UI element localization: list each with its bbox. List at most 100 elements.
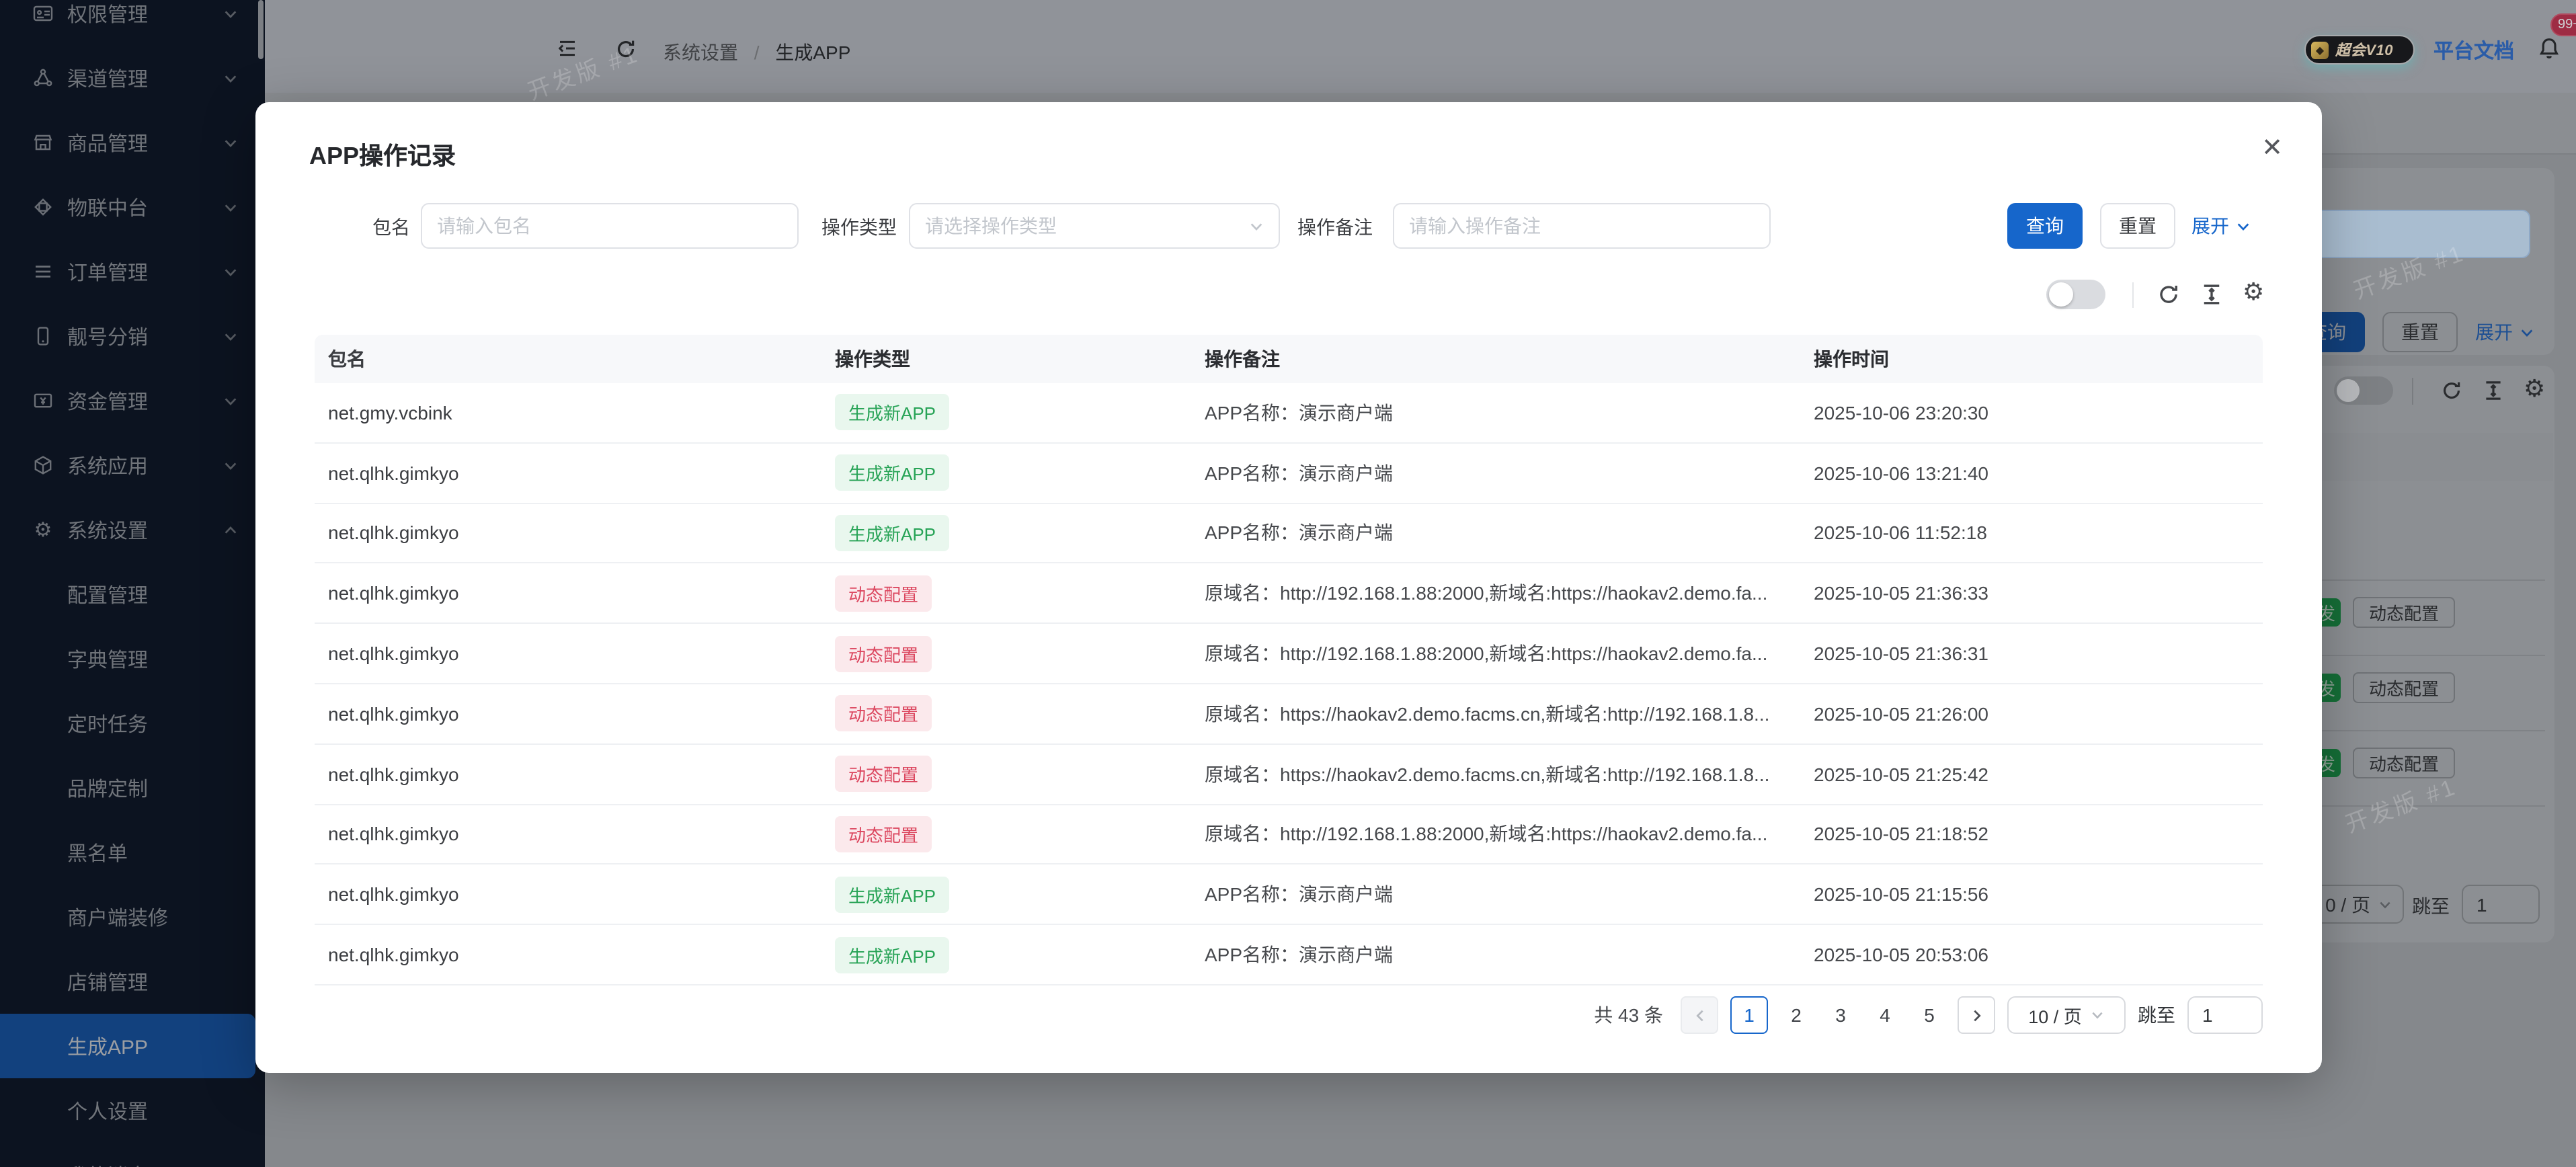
chevron-down-icon [223, 200, 238, 214]
op-type-badge: 动态配置 [835, 756, 932, 792]
op-remark-input[interactable] [1409, 215, 1755, 237]
row-height-icon[interactable] [2200, 282, 2224, 307]
divider [2412, 378, 2413, 405]
money-icon [32, 390, 54, 411]
chevron-down-icon [223, 6, 238, 21]
jump-input[interactable]: 1 [2187, 996, 2263, 1034]
id-card-icon [32, 3, 54, 24]
bg-refresh-icon[interactable] [2440, 379, 2463, 402]
table-row[interactable]: net.qlhk.gimkyo 动态配置 原域名：https://haokav2… [315, 745, 2263, 805]
op-type-badge: 动态配置 [835, 635, 932, 672]
sidebar-item-apps[interactable]: 系统应用 [0, 433, 265, 497]
chevron-down-icon [2520, 325, 2534, 339]
package-label: 包名 [372, 214, 410, 241]
column-settings-icon[interactable]: ⚙ [2243, 280, 2264, 304]
share-nodes-icon [32, 67, 54, 89]
bg-jump-input[interactable]: 1 [2462, 885, 2540, 924]
vip-badge-label: 超会V10 [2335, 39, 2393, 61]
sidebar-subitem-brand[interactable]: 品牌定制 [0, 756, 265, 820]
op-type-badge: 生成新APP [835, 395, 949, 431]
sidebar-item-orders[interactable]: 订单管理 [0, 239, 265, 304]
sidebar-subitem-shop[interactable]: 店铺管理 [0, 949, 265, 1014]
chevron-down-icon [223, 458, 238, 473]
bg-dynamic-config-button[interactable]: 动态配置 [2353, 597, 2455, 628]
op-type-select[interactable]: 请选择操作类型 [909, 203, 1280, 249]
op-remark-label: 操作备注 [1297, 214, 1373, 241]
sidebar-subitem-blacklist[interactable]: 黑名单 [0, 820, 265, 885]
table-row[interactable]: net.qlhk.gimkyo 生成新APP APP名称：演示商户端 2025-… [315, 865, 2263, 926]
chevron-up-icon [223, 522, 238, 537]
sidebar-subitem-config[interactable]: 配置管理 [0, 562, 265, 627]
sidebar-subitem-dict[interactable]: 字典管理 [0, 627, 265, 691]
chevron-down-icon [2091, 1008, 2105, 1022]
table-row[interactable]: net.qlhk.gimkyo 生成新APP APP名称：演示商户端 2025-… [315, 925, 2263, 985]
sidebar-subitem-personal[interactable]: 个人设置 [0, 1078, 265, 1143]
table-refresh-icon[interactable] [2157, 282, 2181, 307]
bg-reset-button[interactable]: 重置 [2382, 312, 2458, 352]
sidebar-subitem-messages[interactable]: 我的消息 [0, 1143, 265, 1167]
pagination-next-button[interactable] [1958, 996, 1995, 1034]
operation-log-table: 包名 操作类型 操作备注 操作时间 net.gmy.vcbink 生成新APP … [315, 335, 2263, 985]
sidebar-item-funds[interactable]: 资金管理 [0, 368, 265, 433]
breadcrumb: 系统设置 / 生成APP [663, 39, 850, 66]
toggle-knob [2049, 282, 2073, 307]
table-row[interactable]: net.gmy.vcbink 生成新APP APP名称：演示商户端 2025-1… [315, 383, 2263, 444]
table-row[interactable]: net.qlhk.gimkyo 动态配置 原域名：http://192.168.… [315, 564, 2263, 625]
pagination-page-4[interactable]: 4 [1869, 1004, 1901, 1026]
sidebar-item-goods[interactable]: 商品管理 [0, 110, 265, 175]
expand-button[interactable]: 展开 [2191, 212, 2251, 239]
chevron-down-icon [1249, 218, 1264, 233]
table-row[interactable]: net.qlhk.gimkyo 动态配置 原域名：http://192.168.… [315, 805, 2263, 865]
col-header-type: 操作类型 [835, 346, 1205, 372]
sidebar-item-system-settings[interactable]: ⚙ 系统设置 [0, 497, 265, 562]
chevron-down-icon [223, 393, 238, 408]
table-row[interactable]: net.qlhk.gimkyo 动态配置 原域名：https://haokav2… [315, 684, 2263, 745]
breadcrumb-section[interactable]: 系统设置 [663, 42, 738, 63]
list-icon [32, 261, 54, 282]
query-button[interactable]: 查询 [2007, 203, 2083, 249]
notification-count-badge: 99+ [2550, 13, 2576, 36]
sidebar-item-channel[interactable]: 渠道管理 [0, 46, 265, 110]
vip-badge[interactable]: ◆ 超会V10 [2304, 35, 2415, 65]
pagination-prev-button[interactable] [1681, 996, 1718, 1034]
divider [2132, 282, 2134, 308]
notification-bell-icon[interactable] [2537, 36, 2561, 61]
pagination-page-3[interactable]: 3 [1824, 1004, 1857, 1026]
table-row[interactable]: net.qlhk.gimkyo 生成新APP APP名称：演示商户端 2025-… [315, 504, 2263, 564]
bg-expand-button[interactable]: 展开 [2475, 319, 2534, 346]
package-input[interactable] [437, 215, 782, 237]
table-header-row: 包名 操作类型 操作备注 操作时间 [315, 335, 2263, 383]
bg-dynamic-config-button[interactable]: 动态配置 [2353, 672, 2455, 703]
bg-settings-icon[interactable]: ⚙ [2524, 376, 2545, 401]
sidebar-item-numbers[interactable]: 靓号分销 [0, 304, 265, 368]
page-size-select[interactable]: 10 / 页 [2007, 996, 2126, 1034]
sidebar-subitem-generate-app[interactable]: 生成APP [0, 1014, 255, 1078]
pagination-page-5[interactable]: 5 [1913, 1004, 1945, 1026]
reset-button[interactable]: 重置 [2100, 203, 2175, 249]
chevron-down-icon [223, 135, 238, 150]
sidebar-item-iot[interactable]: 物联中台 [0, 175, 265, 239]
sidebar-subitem-merchant-decor[interactable]: 商户端装修 [0, 885, 265, 949]
table-row[interactable]: net.qlhk.gimkyo 生成新APP APP名称：演示商户端 2025-… [315, 444, 2263, 504]
chevron-down-icon [223, 264, 238, 279]
breadcrumb-separator: / [754, 42, 760, 63]
bg-toggle-switch[interactable] [2334, 376, 2393, 405]
platform-docs-link[interactable]: 平台文档 [2433, 36, 2514, 65]
sidebar-subitem-cron[interactable]: 定时任务 [0, 691, 265, 756]
modal-close-icon[interactable]: ✕ [2256, 132, 2288, 164]
sidebar-item-permission[interactable]: 权限管理 [0, 0, 265, 46]
op-type-badge: 生成新APP [835, 936, 949, 973]
pagination-page-1[interactable]: 1 [1730, 996, 1768, 1034]
bg-row-height-icon[interactable] [2482, 379, 2505, 402]
pagination-page-2[interactable]: 2 [1780, 1004, 1812, 1026]
op-type-badge: 生成新APP [835, 454, 949, 491]
modal-title: APP操作记录 [309, 137, 456, 172]
chevron-down-icon [2378, 897, 2392, 911]
density-toggle-switch[interactable] [2046, 280, 2105, 309]
box-3d-icon [32, 454, 54, 476]
table-row[interactable]: net.qlhk.gimkyo 动态配置 原域名：http://192.168.… [315, 624, 2263, 684]
sidebar-menu: 权限管理 渠道管理 商品管理 物联中台 订单管理 [0, 0, 265, 1167]
sidebar-scrollbar[interactable] [258, 0, 264, 59]
op-type-badge: 生成新APP [835, 877, 949, 913]
op-type-badge: 动态配置 [835, 575, 932, 612]
